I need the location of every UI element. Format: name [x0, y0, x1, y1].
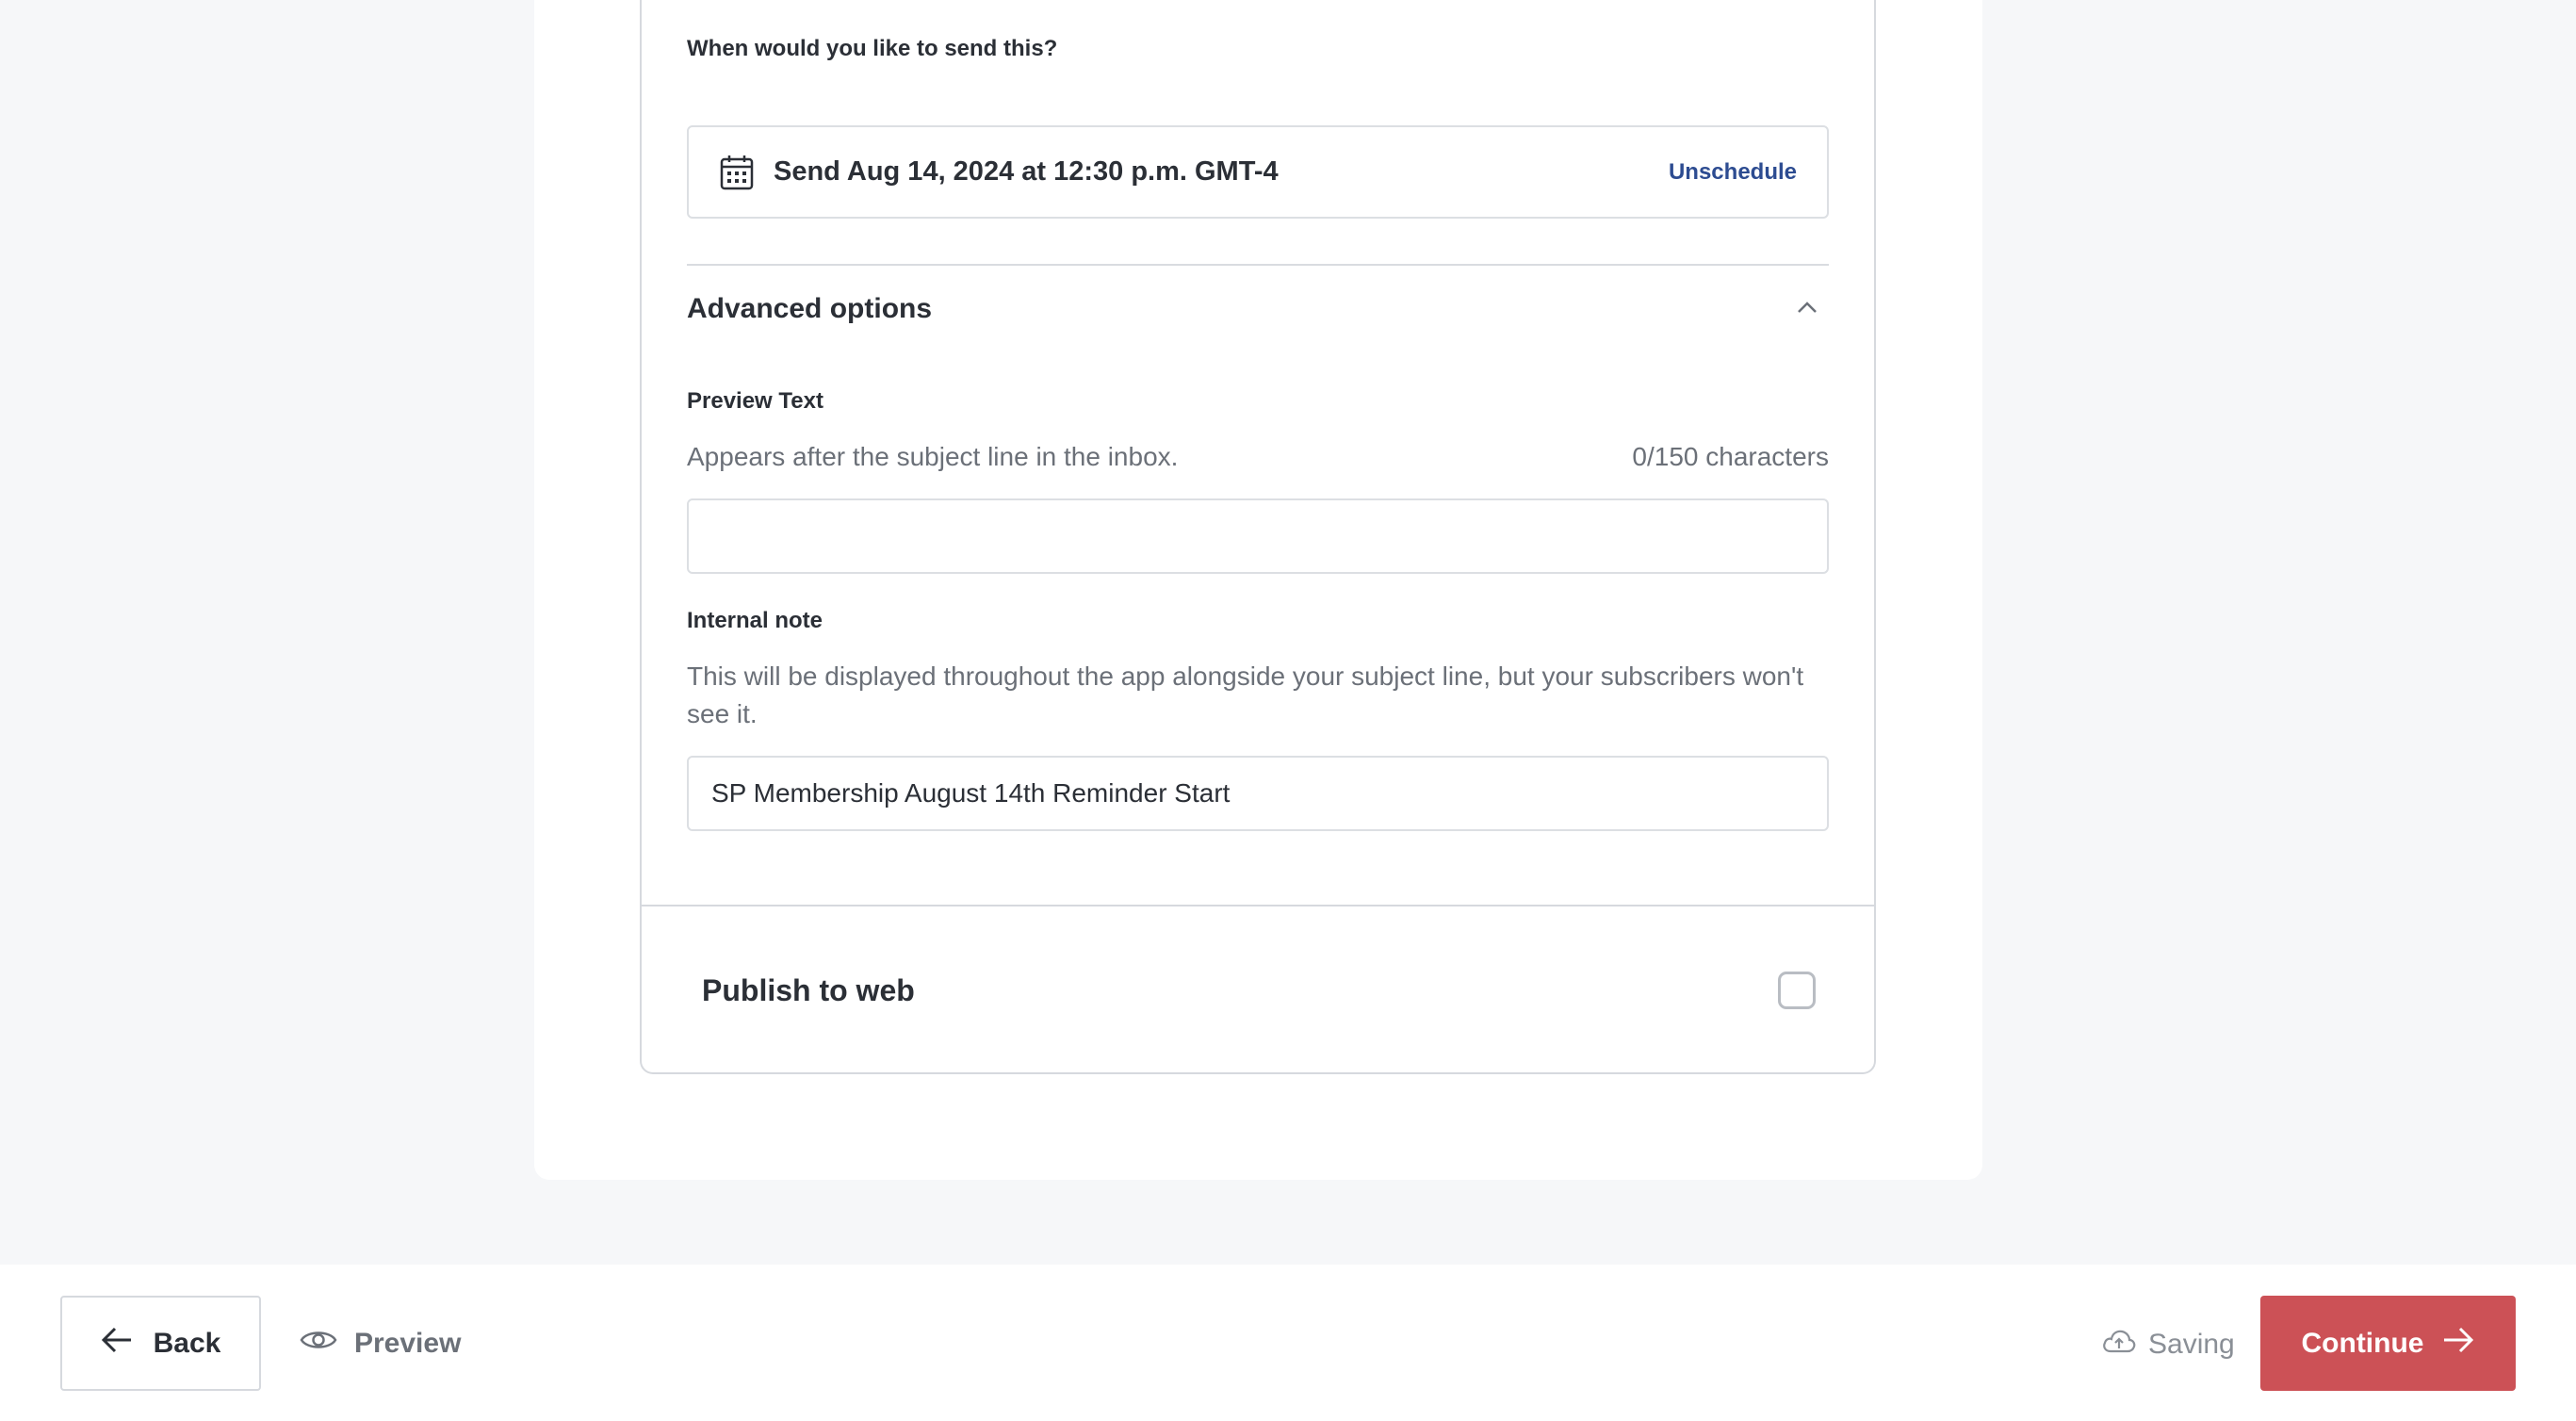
advanced-options-toggle[interactable]: Advanced options — [687, 290, 1829, 328]
publish-to-web-row: Publish to web — [702, 969, 1816, 1012]
preview-text-counter: 0/150 characters — [1632, 442, 1829, 471]
preview-text-label: Preview Text — [687, 388, 823, 414]
advanced-options-title: Advanced options — [687, 293, 933, 324]
continue-button[interactable]: Continue — [2260, 1296, 2516, 1391]
preview-text-input[interactable] — [687, 498, 1829, 574]
back-button[interactable]: Back — [60, 1296, 261, 1391]
preview-text-help: Appears after the subject line in the in… — [687, 442, 1179, 471]
schedule-question-label: When would you like to send this? — [687, 36, 1058, 61]
internal-note-help: This will be displayed throughout the ap… — [687, 662, 1804, 728]
eye-icon — [300, 1327, 337, 1361]
arrow-left-icon — [101, 1327, 133, 1361]
schedule-value: Send Aug 14, 2024 at 12:30 p.m. GMT-4 — [774, 156, 1279, 187]
back-button-label: Back — [153, 1327, 221, 1359]
preview-button-label: Preview — [354, 1328, 462, 1359]
arrow-right-icon — [2442, 1327, 2474, 1361]
continue-button-label: Continue — [2301, 1327, 2424, 1359]
publish-to-web-checkbox[interactable] — [1778, 972, 1816, 1009]
internal-note-input[interactable] — [687, 756, 1829, 831]
advanced-divider — [687, 264, 1829, 266]
publish-divider — [640, 905, 1876, 906]
saving-status: Saving — [2101, 1321, 2235, 1368]
saving-label: Saving — [2148, 1329, 2235, 1360]
cloud-upload-icon — [2101, 1328, 2137, 1362]
preview-button[interactable]: Preview — [300, 1319, 461, 1368]
internal-note-label: Internal note — [687, 608, 823, 633]
chevron-up-icon — [1797, 301, 1818, 318]
unschedule-link[interactable]: Unschedule — [1669, 159, 1797, 186]
schedule-field[interactable]: Send Aug 14, 2024 at 12:30 p.m. GMT-4 Un… — [687, 125, 1829, 219]
publish-to-web-label: Publish to web — [702, 972, 915, 1007]
calendar-icon — [719, 155, 755, 190]
